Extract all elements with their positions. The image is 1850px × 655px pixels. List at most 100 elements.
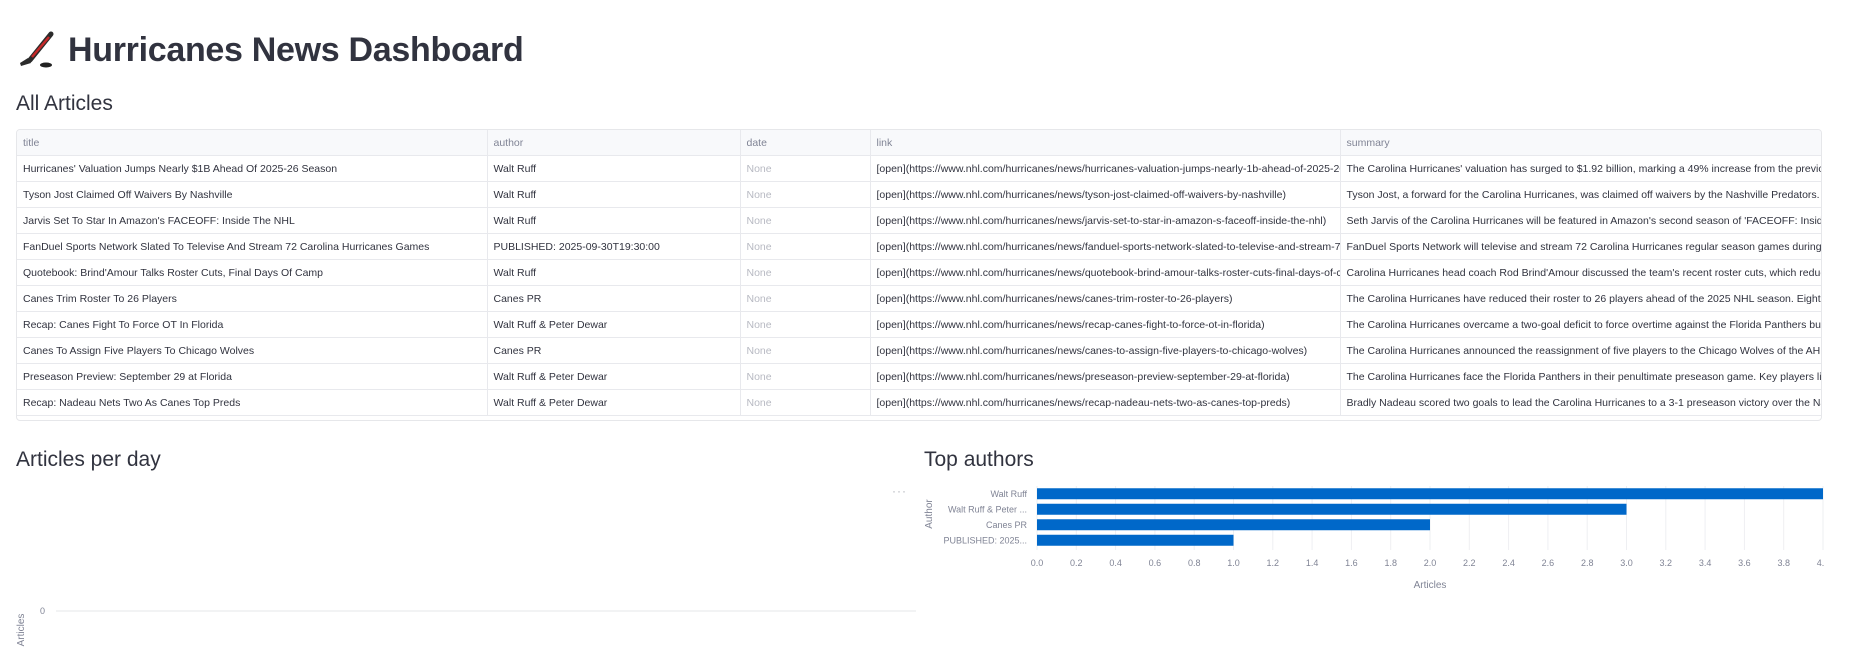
column-header-title[interactable]: title	[17, 130, 488, 156]
x-tick-label: 3.6	[1738, 558, 1751, 568]
table-row[interactable]: Tyson Jost Claimed Off Waivers By Nashvi…	[17, 181, 1821, 208]
cell-date[interactable]: None	[740, 155, 871, 182]
cell-date[interactable]: None	[740, 259, 871, 286]
cell-summary[interactable]: The Carolina Hurricanes have reduced the…	[1340, 285, 1821, 312]
cell-link[interactable]: [open](https://www.nhl.com/hurricanes/ne…	[870, 311, 1341, 338]
all-articles-heading: All Articles	[16, 92, 113, 115]
cell-date[interactable]: None	[740, 337, 871, 364]
table-row[interactable]: Jarvis Set To Star In Amazon's FACEOFF: …	[17, 207, 1821, 234]
column-header-author[interactable]: author	[487, 130, 741, 156]
cell-date[interactable]: None	[740, 311, 871, 338]
cell-summary[interactable]: Carolina Hurricanes head coach Rod Brind…	[1340, 259, 1821, 286]
x-tick-label: 3.4	[1699, 558, 1712, 568]
cell-date[interactable]: None	[740, 207, 871, 234]
table-row[interactable]: FanDuel Sports Network Slated To Televis…	[17, 233, 1821, 260]
page-header: Hurricanes News Dashboard	[18, 26, 524, 74]
cell-summary[interactable]: The Carolina Hurricanes face the Florida…	[1340, 363, 1821, 390]
y-tick-label: Walt Ruff	[990, 489, 1027, 499]
cell-author[interactable]: Walt Ruff	[487, 207, 741, 234]
cell-title[interactable]: Recap: Nadeau Nets Two As Canes Top Pred…	[17, 389, 488, 416]
top-authors-chart: 0.0 0.2 0.4 0.6 0.8 1.0 1.2 1.4 1.6 1.8 2.0 2.2 2.4 2…	[924, 486, 1824, 591]
table-row[interactable]: Recap: Canes Fight To Force OT In Florid…	[17, 311, 1821, 338]
table-row[interactable]: Canes To Assign Five Players To Chicago …	[17, 337, 1821, 364]
x-tick-label: 2.8	[1581, 558, 1594, 568]
cell-link[interactable]: [open](https://www.nhl.com/hurricanes/ne…	[870, 285, 1341, 312]
x-tick-label: 0.8	[1188, 558, 1201, 568]
cell-author[interactable]: Canes PR	[487, 285, 741, 312]
y-tick-label: Canes PR	[986, 520, 1028, 530]
cell-date[interactable]: None	[740, 181, 871, 208]
cell-summary[interactable]: FanDuel Sports Network will televise and…	[1340, 233, 1821, 260]
articles-table[interactable]: title author date link summary Hurricanes' V…	[16, 129, 1822, 421]
cell-summary[interactable]: Seth Jarvis of the Carolina Hurricanes w…	[1340, 207, 1821, 234]
x-axis-title: Articles	[1414, 580, 1447, 591]
x-tick-label: 0.4	[1109, 558, 1122, 568]
x-tick-label: 1.2	[1267, 558, 1280, 568]
column-header-summary[interactable]: summary	[1340, 130, 1821, 156]
cell-author[interactable]: Walt Ruff & Peter Dewar	[487, 363, 741, 390]
cell-author[interactable]: Walt Ruff	[487, 155, 741, 182]
cell-summary[interactable]: The Carolina Hurricanes announced the re…	[1340, 337, 1821, 364]
x-tick-label: 1.4	[1306, 558, 1319, 568]
cell-author[interactable]: Walt Ruff & Peter Dewar	[487, 311, 741, 338]
x-tick-label: 3.8	[1777, 558, 1790, 568]
cell-link[interactable]: [open](https://www.nhl.com/hurricanes/ne…	[870, 389, 1341, 416]
cell-title[interactable]: Jarvis Set To Star In Amazon's FACEOFF: …	[17, 207, 488, 234]
cell-link[interactable]: [open](https://www.nhl.com/hurricanes/ne…	[870, 337, 1341, 364]
cell-summary[interactable]: Bradly Nadeau scored two goals to lead t…	[1340, 389, 1821, 416]
articles-per-day-chart: 0 Articles	[16, 606, 916, 647]
cell-date[interactable]: None	[740, 389, 871, 416]
x-tick-label: 2.4	[1502, 558, 1515, 568]
table-row[interactable]: Quotebook: Brind'Amour Talks Roster Cuts…	[17, 259, 1821, 286]
bar	[1037, 503, 1627, 515]
cell-author[interactable]: Walt Ruff & Peter Dewar	[487, 389, 741, 416]
page-title: Hurricanes News Dashboard	[68, 30, 524, 69]
table-row[interactable]: Hurricanes' Valuation Jumps Nearly $1B A…	[17, 155, 1821, 182]
cell-date[interactable]: None	[740, 233, 871, 260]
cell-author[interactable]: Walt Ruff	[487, 259, 741, 286]
table-row[interactable]: Preseason Preview: September 29 at Flori…	[17, 363, 1821, 390]
x-tick-label: 4.0	[1817, 558, 1824, 568]
cell-title[interactable]: Tyson Jost Claimed Off Waivers By Nashvi…	[17, 181, 488, 208]
hockey-stick-icon	[20, 31, 54, 68]
bar	[1037, 519, 1430, 531]
bar	[1037, 534, 1234, 546]
cell-author[interactable]: Walt Ruff	[487, 181, 741, 208]
x-tick-label: 3.0	[1620, 558, 1633, 568]
x-tick-label: 0.6	[1149, 558, 1162, 568]
cell-title[interactable]: Preseason Preview: September 29 at Flori…	[17, 363, 488, 390]
cell-summary[interactable]: The Carolina Hurricanes' valuation has s…	[1340, 155, 1821, 182]
cell-date[interactable]: None	[740, 363, 871, 390]
cell-title[interactable]: Canes Trim Roster To 26 Players	[17, 285, 488, 312]
cell-summary[interactable]: Tyson Jost, a forward for the Carolina H…	[1340, 181, 1821, 208]
cell-title[interactable]: Canes To Assign Five Players To Chicago …	[17, 337, 488, 364]
column-header-link[interactable]: link	[870, 130, 1341, 156]
x-tick-label: 1.6	[1345, 558, 1358, 568]
cell-title[interactable]: Hurricanes' Valuation Jumps Nearly $1B A…	[17, 155, 488, 182]
cell-link[interactable]: [open](https://www.nhl.com/hurricanes/ne…	[870, 233, 1341, 260]
table-row[interactable]: Canes Trim Roster To 26 Players Canes PR N…	[17, 285, 1821, 312]
cell-author[interactable]: Canes PR	[487, 337, 741, 364]
x-tick-label: 2.0	[1424, 558, 1437, 568]
cell-author[interactable]: PUBLISHED: 2025-09-30T19:30:00	[487, 233, 741, 260]
top-authors-heading: Top authors	[924, 448, 1034, 471]
cell-link[interactable]: [open](https://www.nhl.com/hurricanes/ne…	[870, 363, 1341, 390]
cell-link[interactable]: [open](https://www.nhl.com/hurricanes/ne…	[870, 207, 1341, 234]
articles-data-grid: title author date link summary Hurricanes' V…	[17, 130, 1821, 416]
cell-title[interactable]: Quotebook: Brind'Amour Talks Roster Cuts…	[17, 259, 488, 286]
cell-title[interactable]: FanDuel Sports Network Slated To Televis…	[17, 233, 488, 260]
y-tick-label: 0	[40, 606, 45, 616]
cell-link[interactable]: [open](https://www.nhl.com/hurricanes/ne…	[870, 259, 1341, 286]
y-axis-title: Author	[924, 499, 935, 529]
y-tick-label: Walt Ruff & Peter ...	[948, 504, 1027, 514]
y-axis-title: Articles	[16, 614, 27, 647]
cell-link[interactable]: [open](https://www.nhl.com/hurricanes/ne…	[870, 181, 1341, 208]
table-row[interactable]: Recap: Nadeau Nets Two As Canes Top Pred…	[17, 389, 1821, 416]
x-tick-label: 2.6	[1542, 558, 1555, 568]
cell-summary[interactable]: The Carolina Hurricanes overcame a two-g…	[1340, 311, 1821, 338]
cell-date[interactable]: None	[740, 285, 871, 312]
cell-title[interactable]: Recap: Canes Fight To Force OT In Florid…	[17, 311, 488, 338]
x-tick-label: 1.0	[1227, 558, 1240, 568]
column-header-date[interactable]: date	[740, 130, 871, 156]
cell-link[interactable]: [open](https://www.nhl.com/hurricanes/ne…	[870, 155, 1341, 182]
